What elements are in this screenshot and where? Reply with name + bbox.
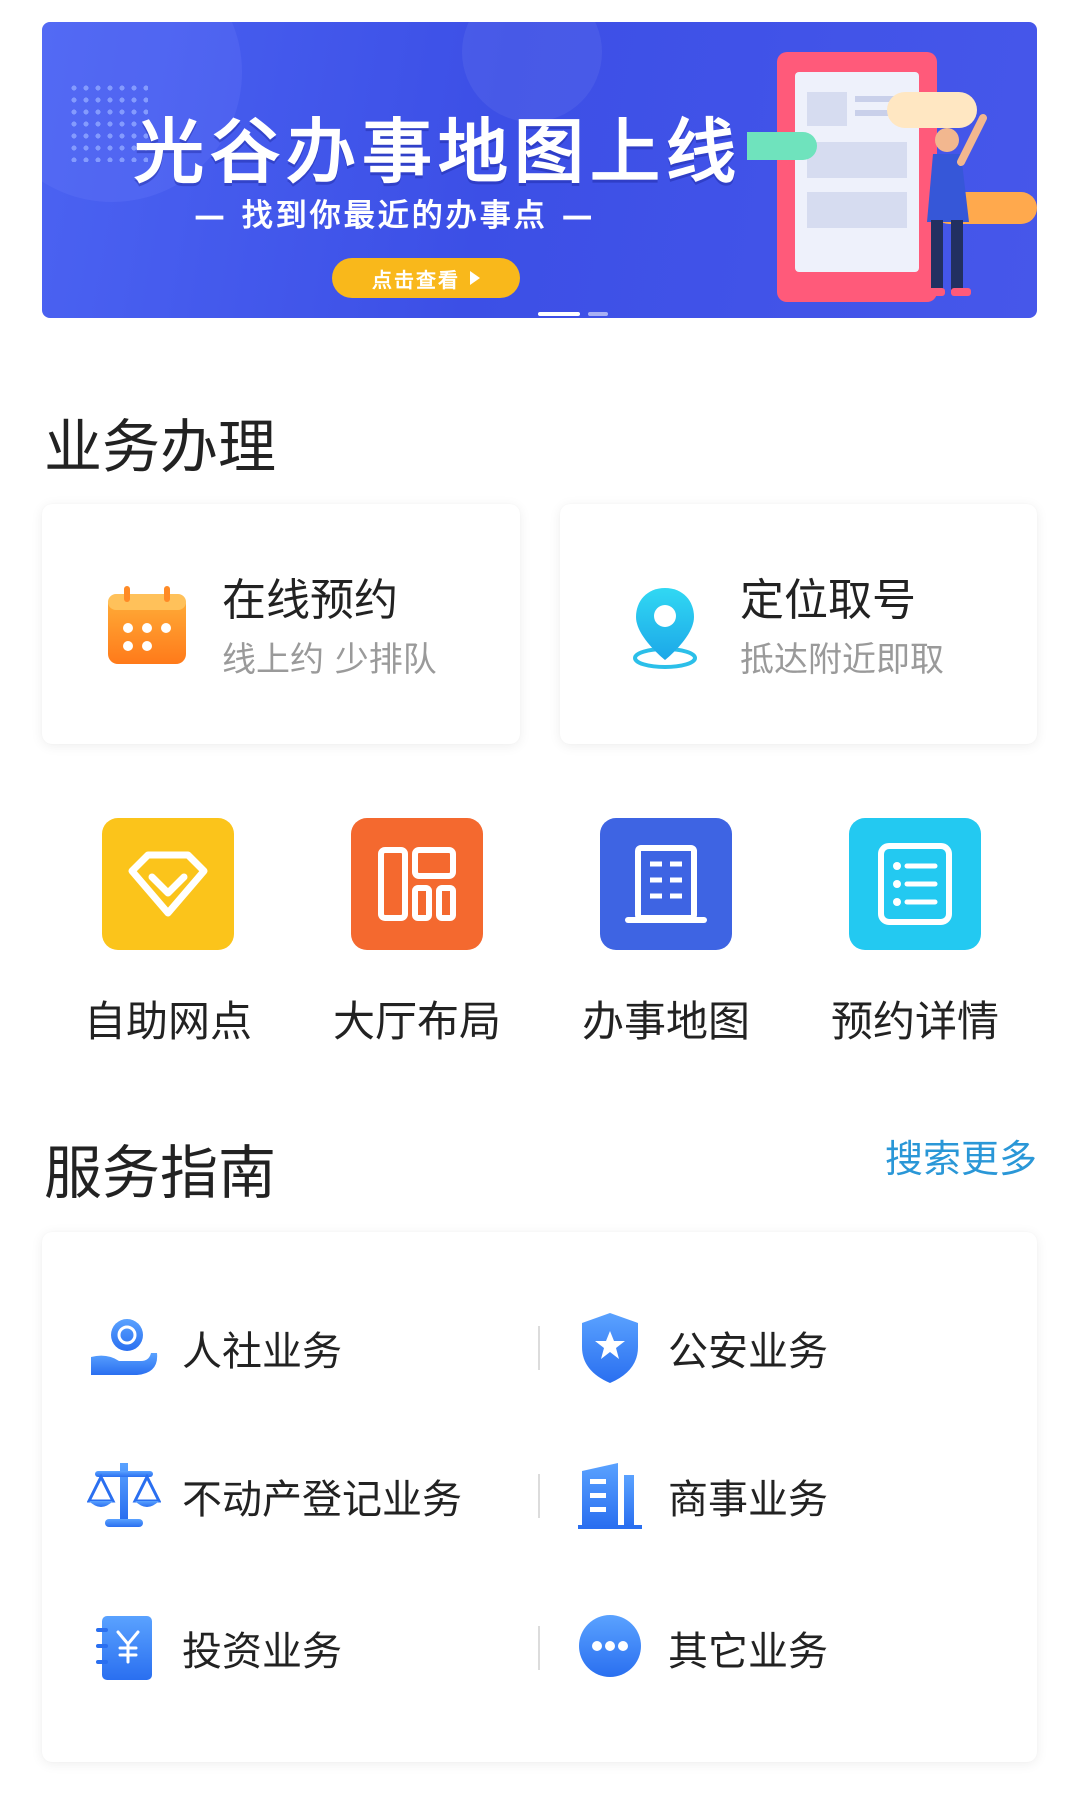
service-item-public-security[interactable]: 公安业务 [572,1308,828,1388]
quick-label: 预约详情 [830,997,999,1046]
carousel-dot-active[interactable] [538,312,580,316]
diamond-icon [102,818,234,950]
person-with-screen-illustration [747,52,1037,302]
banner-subtitle: — 找到你最近的办事点 — [194,198,596,234]
building-bars-icon [572,1458,648,1534]
banner-title: 光谷办事地图上线 [134,111,742,193]
quick-label: 自助网点 [83,997,252,1046]
hand-coin-icon [86,1310,162,1386]
list-icon [849,818,981,950]
service-item-real-estate[interactable]: 不动产登记业务 [86,1456,462,1536]
banner-view-label: 点击查看 [372,267,460,292]
quick-label: 办事地图 [581,997,750,1046]
divider [538,1326,540,1370]
layout-icon [351,818,483,950]
calendar-icon [108,586,186,664]
location-ticket-card[interactable]: 定位取号 抵达附近即取 [560,504,1037,744]
play-arrow-icon [470,271,480,285]
more-dots-icon [572,1610,648,1686]
card-subtitle: 抵达附近即取 [740,640,944,680]
quick-appointment-detail[interactable]: 预约详情 [815,818,1015,1049]
service-item-commercial[interactable]: 商事业务 [572,1456,828,1536]
service-item-other[interactable]: 其它业务 [572,1608,828,1688]
quick-hall-layout[interactable]: 大厅布局 [317,818,517,1049]
service-label: 投资业务 [182,1629,342,1675]
carousel-dot[interactable] [588,312,608,316]
guide-section-title: 服务指南 [44,1139,277,1207]
service-item-investment[interactable]: 投资业务 [86,1608,342,1688]
service-label: 不动产登记业务 [182,1477,462,1523]
carousel-indicator [538,312,608,316]
card-subtitle: 线上约 少排队 [222,640,437,680]
quick-label: 大厅布局 [332,997,501,1046]
service-label: 人社业务 [182,1329,342,1375]
service-label: 商事业务 [668,1477,828,1523]
service-label: 公安业务 [668,1329,828,1375]
building-icon [600,818,732,950]
quick-self-service[interactable]: 自助网点 [68,818,268,1049]
location-pin-icon [633,588,697,669]
scale-icon [86,1458,162,1534]
divider [538,1626,540,1670]
promo-banner[interactable]: 光谷办事地图上线 — 找到你最近的办事点 — 点击查看 [42,22,1037,318]
service-label: 其它业务 [668,1629,828,1675]
search-more-link[interactable]: 搜索更多 [885,1128,1037,1183]
service-guide-panel: 人社业务 公安业务 不动产登记业务 商事业务 投资业务 其它业务 [42,1232,1037,1762]
online-appointment-card[interactable]: 在线预约 线上约 少排队 [42,504,520,744]
police-shield-icon [572,1310,648,1386]
service-item-social-security[interactable]: 人社业务 [86,1308,342,1388]
card-title: 定位取号 [740,575,916,626]
divider [538,1474,540,1518]
business-section-title: 业务办理 [44,413,277,481]
quick-service-map[interactable]: 办事地图 [566,818,766,1049]
card-title: 在线预约 [222,575,398,626]
yuan-notebook-icon [86,1610,162,1686]
banner-view-button[interactable]: 点击查看 [332,258,520,298]
